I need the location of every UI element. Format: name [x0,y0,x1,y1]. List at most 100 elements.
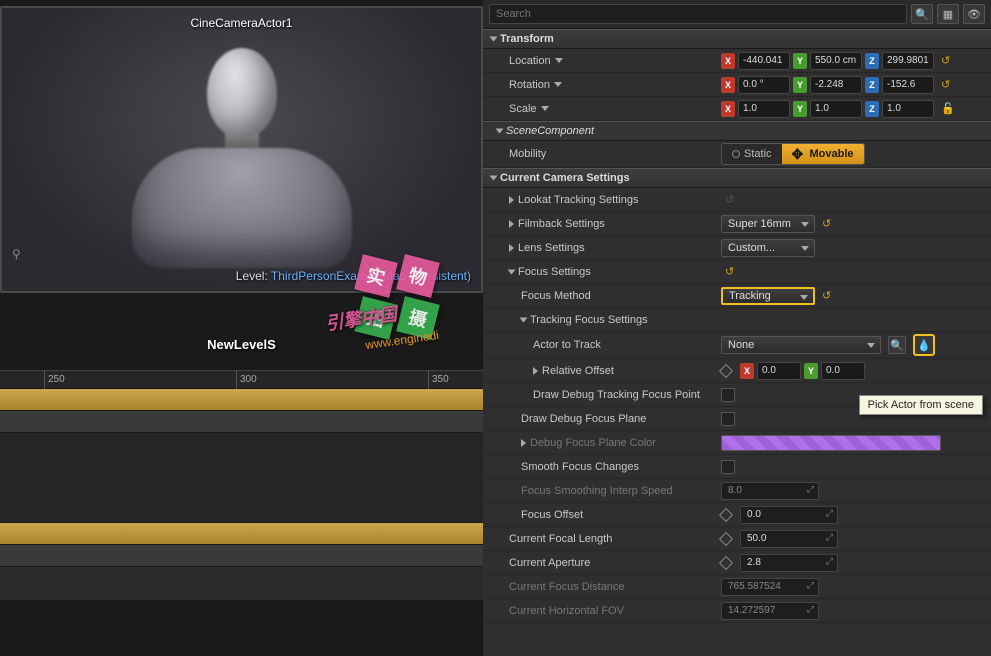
focus-method-dropdown[interactable]: Tracking [721,287,815,305]
lookat-label[interactable]: Lookat Tracking Settings [491,194,721,206]
rotation-z-input[interactable] [882,76,934,94]
fov-label: Current Horizontal FOV [491,605,721,617]
interp-label: Focus Smoothing Interp Speed [491,485,721,497]
axis-x-icon: X [740,363,754,379]
keyframe-icon[interactable] [719,363,733,377]
pick-actor-tooltip: Pick Actor from scene [859,395,983,415]
scale-x-input[interactable] [738,100,790,118]
timeline-track[interactable] [0,523,483,545]
viewport-title: CineCameraActor1 [190,16,292,30]
smooth-checkbox[interactable] [721,460,735,474]
section-transform[interactable]: Transform [483,29,991,49]
axis-x-icon: X [721,77,735,93]
location-label: Location [491,55,721,67]
mobility-static[interactable]: Static [722,144,782,164]
lens-label[interactable]: Lens Settings [491,242,721,254]
relative-offset-label[interactable]: Relative Offset [491,365,721,377]
rotation-label: Rotation [491,79,721,91]
reset-icon[interactable]: ↺ [941,54,953,67]
reset-icon[interactable]: ↺ [725,265,737,278]
ruler-tick: 300 [236,371,257,389]
keyframe-icon[interactable] [719,507,733,521]
details-panel: 🔍 ▦ 👁 Transform Location X Y Z ↺ Rotatio… [483,0,991,656]
location-x-input[interactable] [738,52,790,70]
scale-label: Scale [491,103,721,115]
axis-y-icon: Y [804,363,818,379]
reset-icon[interactable]: ↺ [941,78,953,91]
timeline-track[interactable] [0,389,483,411]
location-z-input[interactable] [882,52,934,70]
scale-z-input[interactable] [882,100,934,118]
draw-plane-checkbox[interactable] [721,412,735,426]
section-camera-settings[interactable]: Current Camera Settings [483,168,991,188]
focus-distance-label: Current Focus Distance [491,581,721,593]
rotation-y-input[interactable] [810,76,862,94]
camera-viewport[interactable]: CineCameraActor1 ⚲ Level: ThirdPersonExa… [0,6,483,293]
offset-x-input[interactable] [757,362,801,380]
section-scene-component[interactable]: SceneComponent [483,121,991,141]
viewport-level-label: Level: ThirdPersonExampleMap (Persistent… [236,269,471,283]
smooth-label: Smooth Focus Changes [491,461,721,473]
timeline-track[interactable] [0,411,483,433]
scale-y-input[interactable] [810,100,862,118]
focus-offset-input[interactable]: 0.0 [740,506,838,524]
focus-offset-label: Focus Offset [491,509,721,521]
draw-plane-label: Draw Debug Focus Plane [491,413,721,425]
move-icon [792,147,806,161]
keyframe-icon[interactable] [719,531,733,545]
axis-x-icon: X [721,101,735,117]
sequencer-title: NewLevelS [0,337,483,352]
axis-z-icon: Z [865,101,879,117]
rotation-x-input[interactable] [738,76,790,94]
timeline-ruler[interactable]: 250 300 350 [0,371,483,389]
ruler-tick: 350 [428,371,449,389]
axis-y-icon: Y [793,77,807,93]
reset-icon[interactable]: ↺ [822,289,834,302]
pin-icon[interactable]: ⚲ [12,247,21,261]
focus-settings-label[interactable]: Focus Settings [491,266,721,278]
ruler-tick: 250 [44,371,65,389]
plane-color-swatch[interactable] [721,435,941,451]
filmback-label[interactable]: Filmback Settings [491,218,721,230]
axis-y-icon: Y [793,101,807,117]
lens-dropdown[interactable]: Custom... [721,239,815,257]
draw-tracking-label: Draw Debug Tracking Focus Point [491,389,721,401]
actor-to-track-label: Actor to Track [491,339,721,351]
focus-distance-input[interactable]: 765.587524 [721,578,819,596]
keyframe-icon[interactable] [719,555,733,569]
tracking-focus-label[interactable]: Tracking Focus Settings [491,314,721,326]
axis-z-icon: Z [865,77,879,93]
mannequin-preview [102,48,382,288]
aperture-input[interactable]: 2.8 [740,554,838,572]
reset-icon[interactable]: ↺ [822,217,834,230]
fov-input[interactable]: 14.272597 [721,602,819,620]
focal-length-input[interactable]: 50.0 [740,530,838,548]
mobility-toggle[interactable]: Static Movable [721,143,865,165]
timeline-track[interactable] [0,433,483,523]
draw-tracking-checkbox[interactable] [721,388,735,402]
offset-y-input[interactable] [821,362,865,380]
sequencer-timeline[interactable]: 250 300 350 [0,370,483,600]
axis-y-icon: Y [793,53,807,69]
interp-input[interactable]: 8.0 [721,482,819,500]
mobility-label: Mobility [491,148,721,160]
axis-z-icon: Z [865,53,879,69]
plane-color-label[interactable]: Debug Focus Plane Color [491,437,721,449]
focus-method-label: Focus Method [491,290,721,302]
eyedropper-button[interactable]: 💧 [913,334,935,356]
browse-icon[interactable]: 🔍 [888,336,906,354]
actor-to-track-dropdown[interactable]: None [721,336,881,354]
focal-length-label: Current Focal Length [491,533,721,545]
search-icon[interactable]: 🔍 [911,4,933,24]
axis-x-icon: X [721,53,735,69]
search-input[interactable] [489,4,907,24]
timeline-track[interactable] [0,545,483,567]
aperture-label: Current Aperture [491,557,721,569]
lock-icon[interactable]: 🔓 [941,102,955,115]
location-y-input[interactable] [810,52,862,70]
grid-view-icon[interactable]: ▦ [937,4,959,24]
reset-icon[interactable]: ↺ [725,193,737,206]
mobility-movable[interactable]: Movable [782,144,864,164]
visibility-icon[interactable]: 👁 [963,4,985,24]
filmback-dropdown[interactable]: Super 16mm [721,215,815,233]
